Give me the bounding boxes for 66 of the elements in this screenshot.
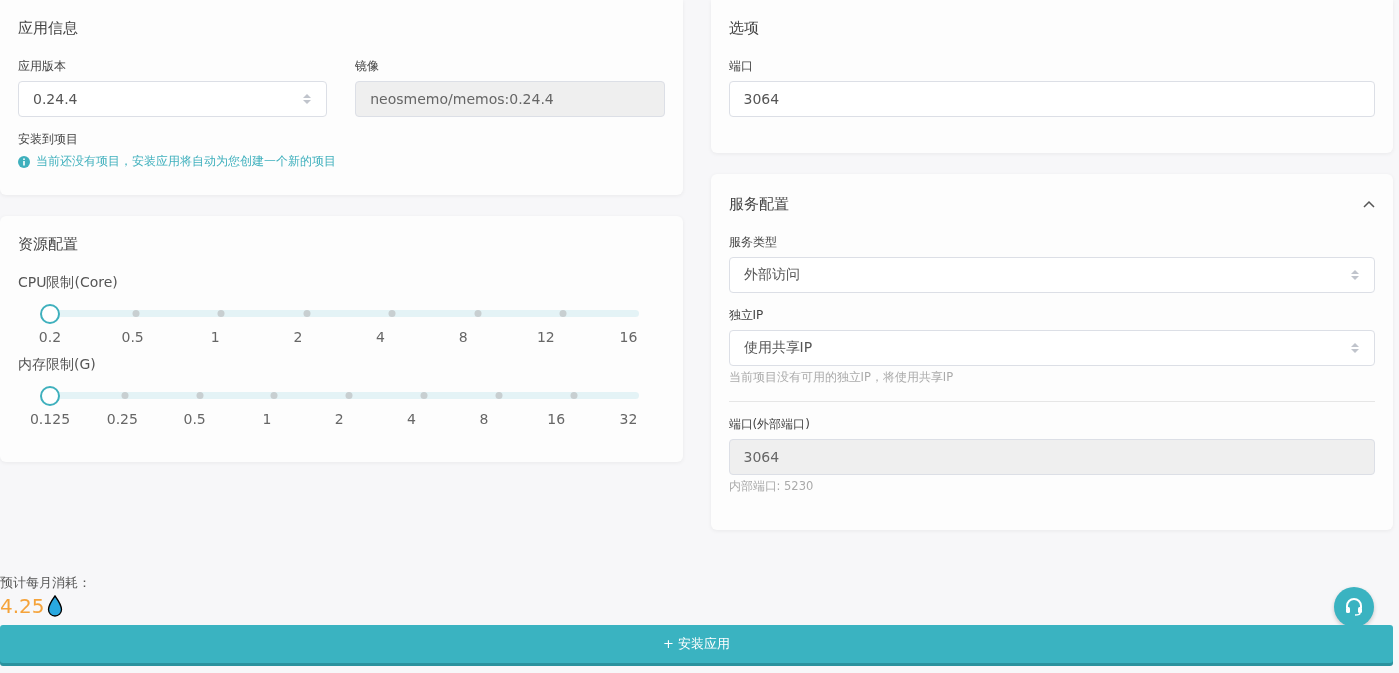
ip-select[interactable]: 使用共享IP [728, 330, 1375, 366]
slider-stop-dot [420, 392, 428, 399]
slider-stop-dot [559, 310, 567, 317]
tick-label: 1 [210, 329, 220, 346]
external-port-field: 3064 [728, 439, 1375, 475]
card-title: 选项 [728, 18, 760, 38]
tick-label: 4 [407, 411, 416, 428]
field-label: 服务类型 [728, 234, 778, 251]
tick-label: 16 [619, 329, 638, 346]
sort-caret-icon [302, 93, 313, 105]
tick-label: 0.125 [29, 411, 71, 428]
notice-text: 当前还没有项目，安装应用将自动为您创建一个新的项目 [36, 154, 336, 169]
slider-stop-dot [495, 392, 503, 399]
tick-label: 0.2 [38, 329, 62, 346]
field-label: 独立IP [728, 307, 765, 324]
info-icon [18, 155, 30, 168]
card-title: 资源配置 [18, 234, 79, 254]
slider-stop-dot [217, 310, 225, 317]
tick-label: 8 [479, 411, 489, 428]
cost-label: 预计每月消耗： [0, 574, 92, 592]
slider[interactable] [40, 304, 639, 324]
field-label: 安装到项目 [18, 131, 79, 148]
slider-stop-dot [303, 310, 310, 317]
image-field: neosmemo/memos:0.24.4 [355, 81, 665, 117]
tick-label: 16 [547, 411, 566, 428]
slider-stop-dot [474, 310, 481, 317]
card-title: 应用信息 [18, 18, 79, 38]
slider-stop-dot [132, 310, 139, 317]
tick-label: 4 [376, 329, 385, 346]
slider-stop-dot [570, 392, 578, 399]
slider-label: CPU限制(Core) [18, 274, 119, 291]
headset-icon [1344, 597, 1364, 617]
slider-thumb[interactable] [40, 304, 60, 324]
tick-label: 32 [619, 411, 638, 428]
tick-label: 1 [262, 411, 272, 428]
field-label: 端口 [728, 58, 754, 75]
tick-label: 8 [458, 329, 468, 346]
tick-label: 0.25 [106, 411, 138, 428]
field-label: 端口(外部端口) [728, 416, 811, 433]
slider-thumb[interactable] [40, 386, 60, 406]
slider-stop-dot [345, 392, 353, 399]
tick-label: 2 [334, 411, 344, 428]
tick-label: 0.5 [183, 411, 206, 428]
version-select[interactable]: 0.24.4 [18, 81, 328, 117]
hint-text: 内部端口: 5230 [728, 479, 815, 494]
card-title: 服务配置 [728, 194, 789, 214]
sort-caret-icon [1350, 342, 1360, 354]
slider-stop-dot [121, 392, 129, 399]
field-label: 应用版本 [18, 58, 67, 75]
water-drop-icon [46, 595, 63, 617]
tick-label: 0.5 [121, 329, 144, 346]
sort-caret-icon [1350, 269, 1360, 281]
hint-text: 当前项目没有可用的独立IP，将使用共享IP [728, 370, 955, 385]
slider-stop-dot [270, 392, 278, 399]
slider-label: 内存限制(G) [18, 356, 97, 373]
field-label: 镜像 [355, 58, 381, 75]
support-headset-button[interactable] [1334, 587, 1374, 627]
slider-stop-dot [196, 392, 204, 399]
tick-label: 12 [536, 329, 555, 346]
collapse-chevron-icon[interactable] [1363, 200, 1375, 208]
port-input[interactable]: 3064 [728, 81, 1375, 117]
slider[interactable] [40, 386, 639, 406]
service-type-select[interactable]: 外部访问 [728, 257, 1375, 293]
slider-stop-dot [388, 310, 396, 317]
cost-value: 4.25 [0, 594, 45, 618]
tick-label: 2 [293, 329, 303, 346]
